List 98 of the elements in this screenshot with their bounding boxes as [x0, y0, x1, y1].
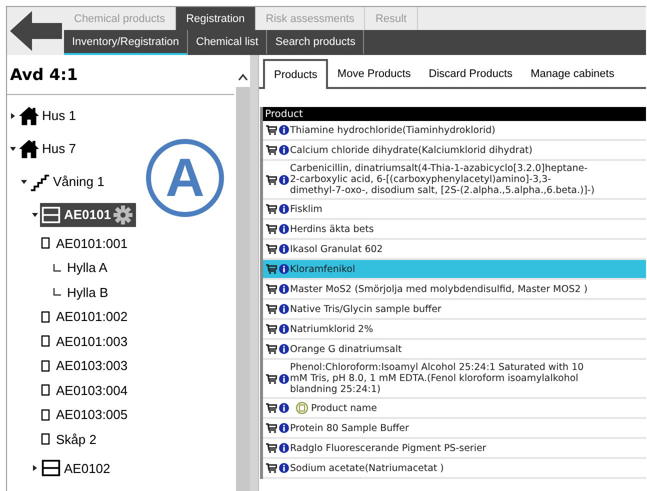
- cart-icon: [266, 403, 277, 413]
- scrollbar[interactable]: [236, 55, 250, 491]
- table-row[interactable]: Product name: [263, 399, 646, 419]
- cart-icon: [266, 244, 277, 254]
- tree-item[interactable]: AE0101: [40, 202, 136, 226]
- info-icon: [279, 344, 289, 354]
- cart-icon: [266, 304, 277, 314]
- content-tab[interactable]: Manage cabinets: [522, 61, 624, 87]
- cart-icon: [266, 125, 277, 135]
- content-tab[interactable]: Discard Products: [420, 61, 522, 87]
- annotation-badge: A: [146, 139, 224, 217]
- info-icon: [279, 244, 289, 254]
- house-icon: [18, 106, 40, 126]
- tree-item[interactable]: AE0101:001: [40, 234, 131, 253]
- tree-item[interactable]: AE0103:003: [40, 356, 131, 376]
- info-icon: [279, 125, 289, 135]
- shelf-icon: [40, 433, 51, 446]
- cabinet-icon: [40, 458, 62, 478]
- expand-caret-icon[interactable]: [32, 465, 38, 471]
- shelf-icon: [40, 237, 51, 250]
- info-icon: [279, 463, 289, 473]
- collapse-caret-icon[interactable]: [10, 146, 16, 152]
- cart-icon: [266, 324, 277, 334]
- info-icon: [279, 204, 289, 214]
- info-icon: [279, 224, 289, 234]
- scroll-up-caret-icon[interactable]: [238, 73, 248, 81]
- tree-item[interactable]: AE0103:004: [40, 380, 131, 400]
- cart-icon: [266, 463, 277, 473]
- info-icon: [279, 423, 289, 433]
- table-row[interactable]: Phenol:Chloroform:Isoamyl Alcohol 25:24:1 Saturated with 10 mM Tris, pH 8.0, 1 mM EDTA.(Fenol kloroform isoamylalkohol blandning 25:24:1): [263, 360, 646, 399]
- product-name: Master MoS2 (Smörjolja med molybdendisulfid, Master MOS2 ): [290, 282, 588, 296]
- cart-icon: [266, 443, 277, 453]
- info-icon: [279, 374, 289, 384]
- tree-item[interactable]: AE0101:002: [40, 307, 131, 326]
- product-name: Carbenicillin, dinatriumsalt(4-Thia-1-azabicyclo[3.2.0]heptane-2-carboxylic acid, 6-[(carboxyphenylacetyl)amino]-3,3-dimethyl-7-oxo-, disodium salt, [2S-(2.alpha.,5.alpha.,6.beta.)]-): [290, 162, 595, 198]
- product-name: Native Tris/Glycin sample buffer: [290, 302, 442, 316]
- info-icon: [279, 264, 289, 274]
- stairs-icon: [29, 172, 51, 192]
- collapse-caret-icon[interactable]: [32, 212, 38, 218]
- collapse-caret-icon[interactable]: [20, 178, 26, 184]
- cabinet-icon: [40, 204, 62, 224]
- product-name: Thiamine hydrochloride(Tiaminhydroklorid): [290, 124, 496, 138]
- tree-item[interactable]: AE0103:005: [40, 405, 131, 424]
- shelf-icon: [40, 384, 51, 396]
- info-icon: [279, 145, 289, 155]
- info-icon: [279, 443, 289, 453]
- product-name: Kloramfenikol: [290, 262, 356, 276]
- info-icon: [279, 324, 289, 334]
- shelf-icon: [40, 360, 51, 372]
- shelf-icon: [40, 408, 51, 421]
- cart-icon: [266, 264, 277, 274]
- cart-icon: [266, 145, 277, 155]
- cart-icon: [266, 423, 277, 433]
- shelf-icon: [40, 335, 51, 348]
- table-row[interactable]: Kloramfenikol: [263, 260, 646, 280]
- corner-line-icon: [53, 264, 61, 272]
- shelf-icon: [40, 310, 51, 323]
- product-name: Sodium acetate(Natriumacetat ): [290, 462, 444, 476]
- settings-icon: [112, 204, 133, 224]
- tree-item[interactable]: Hus 1: [18, 104, 79, 128]
- content-tab[interactable]: Move Products: [328, 61, 420, 87]
- cart-icon: [266, 284, 277, 294]
- note-icon: [296, 402, 308, 414]
- sidebar-title: Avd 4:1: [7, 55, 234, 95]
- cart-icon: [266, 374, 277, 384]
- tree-item[interactable]: Våning 1: [29, 170, 108, 194]
- house-icon: [18, 138, 40, 158]
- product-name: Fisklim: [290, 202, 322, 216]
- product-name: Calcium chloride dihydrate(Kalciumklorid dihydrat): [290, 144, 532, 158]
- corner-line-icon: [53, 288, 61, 296]
- product-name: Phenol:Chloroform:Isoamyl Alcohol 25:24:1 Saturated with 10 mM Tris, pH 8.0, 1 mM EDTA.(Fenol kloroform isoamylalkohol blandning 25:24:1): [290, 361, 585, 397]
- cart-icon: [266, 224, 277, 234]
- info-icon: [279, 284, 289, 294]
- nav-tab[interactable]: Registration: [176, 7, 256, 30]
- info-icon: [279, 403, 289, 413]
- tree-item[interactable]: Hylla A: [51, 258, 110, 278]
- back-arrow-icon[interactable]: [10, 11, 62, 51]
- tree-item[interactable]: Hylla B: [51, 282, 112, 302]
- product-name: Orange G dinatriumsalt: [290, 342, 402, 356]
- column-header[interactable]: Product: [265, 108, 303, 120]
- product-name: Natriumklorid 2%: [290, 322, 374, 336]
- cart-icon: [266, 204, 277, 214]
- info-icon: [279, 304, 289, 314]
- product-name: Product name: [311, 402, 378, 416]
- cart-icon: [266, 344, 277, 354]
- tree-item[interactable]: AE0102: [40, 456, 114, 480]
- product-name: Herdins äkta bets: [290, 222, 374, 236]
- tree-item[interactable]: Skåp 2: [40, 430, 100, 449]
- tree-item[interactable]: Hus 7: [18, 136, 79, 160]
- tree-item[interactable]: AE0101:003: [40, 332, 131, 351]
- product-name: Protein 80 Sample Buffer: [290, 422, 409, 436]
- product-name: Ikasol Granulat 602: [290, 242, 383, 256]
- cart-icon: [266, 174, 277, 184]
- content-tab[interactable]: Products: [263, 59, 328, 89]
- expand-caret-icon[interactable]: [10, 112, 16, 118]
- info-icon: [279, 174, 289, 184]
- product-name: Radglo Fluorescerande Pigment PS-serier: [290, 442, 486, 456]
- table-row[interactable]: Carbenicillin, dinatriumsalt(4-Thia-1-azabicyclo[3.2.0]heptane-2-carboxylic acid, 6-[(carboxyphenylacetyl)amino]-3,3-dimethyl-7-oxo-, disodium salt, [2S-(2.alpha.,5.alpha.,6.beta.)]-): [263, 161, 646, 200]
